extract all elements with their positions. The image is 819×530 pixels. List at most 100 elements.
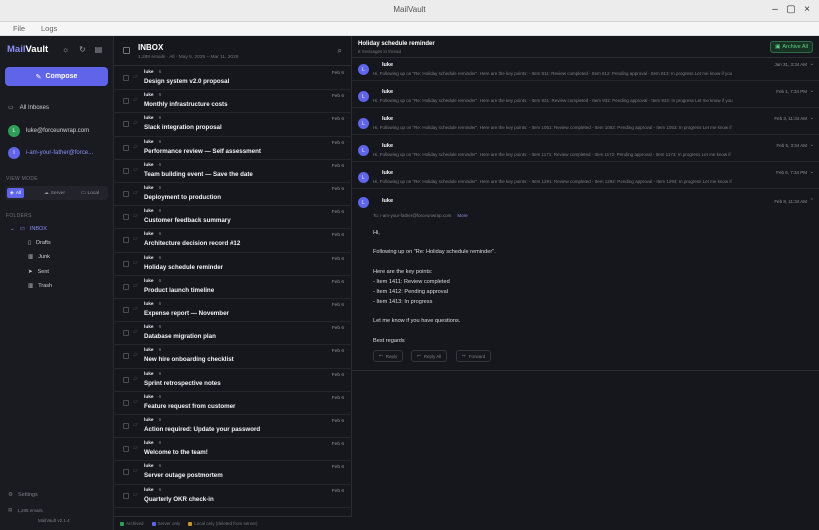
table-row[interactable]: ▱ luke 6 Architecture decision record #12 Fe…	[114, 229, 352, 253]
row-checkbox[interactable]	[123, 307, 129, 313]
minimize-button[interactable]: –	[768, 3, 782, 17]
table-row[interactable]: ▱ luke 6 Server outage postmortem Feb 6	[114, 461, 352, 485]
folder-drafts[interactable]: ▯ Drafts	[28, 240, 51, 246]
row-checkbox[interactable]	[123, 446, 129, 453]
row-date: Feb 6	[331, 395, 344, 401]
chevron-down-icon[interactable]: ⌄	[810, 142, 814, 148]
table-row[interactable]: ▱ luke 6 Action required: Update your passw…	[114, 415, 352, 439]
forward-button[interactable]: ↪ Forward	[456, 350, 492, 362]
row-checkbox[interactable]	[123, 469, 129, 476]
thread-message[interactable]: Lluke Jan 31, 3:34 AM ⌄ Hi, Following up on…	[352, 58, 819, 81]
message-date: Feb 5, 3:34 AM	[776, 143, 807, 148]
folder-junk[interactable]: ▥ Junk	[28, 254, 50, 260]
thread-message[interactable]: Lluke Feb 3, 11:34 AM ⌄ Hi, Following up on…	[352, 112, 819, 135]
menu-file[interactable]: File	[13, 24, 25, 33]
row-checkbox[interactable]	[123, 492, 129, 499]
row-checkbox[interactable]	[123, 121, 129, 128]
compose-label: Compose	[45, 73, 78, 80]
search-icon[interactable]: ⌕	[338, 46, 342, 56]
table-row[interactable]: ▱ luke 6 New hire onboarding checklist Feb 6	[114, 345, 352, 369]
select-all-checkbox[interactable]	[123, 47, 130, 54]
row-subject: Quarterly OKR check-in	[144, 495, 214, 503]
table-row[interactable]: ▱ luke 6 Slack integration proposal Feb 6	[114, 113, 352, 137]
chevron-down-icon[interactable]: ⌄	[810, 115, 814, 121]
menu-logs[interactable]: Logs	[41, 24, 57, 33]
table-row[interactable]: ▱ luke 6 Expense report — November Feb 6	[114, 299, 352, 323]
all-inboxes[interactable]: ▭ All Inboxes	[8, 104, 49, 112]
row-checkbox[interactable]	[123, 191, 129, 197]
row-checkbox[interactable]	[123, 214, 129, 221]
folder-trash[interactable]: ▥ Trash	[28, 283, 52, 289]
row-checkbox[interactable]	[123, 399, 129, 406]
row-sender: luke 6	[144, 232, 161, 237]
table-row[interactable]: ▱ luke 6 Customer feedback summary Feb 6	[114, 206, 352, 230]
table-row[interactable]: ▱ luke 6 Design system v2.0 proposal Feb 6	[114, 67, 352, 91]
table-row[interactable]: ▱ luke 6 Database migration plan Feb 6	[114, 322, 352, 346]
row-date: Feb 6	[331, 256, 344, 262]
table-row[interactable]: ▱ luke 6 Sprint retrospective notes Feb 6	[114, 369, 352, 392]
chevron-down-icon[interactable]: ⌄	[810, 88, 814, 94]
sender-name: luke	[144, 278, 154, 284]
table-row[interactable]: ▱ luke 6 Product launch timeline Feb 6	[114, 276, 352, 299]
account-luke[interactable]: L luke@forceunwrap.com	[8, 125, 89, 137]
chevron-down-icon[interactable]: ⌄	[810, 169, 814, 175]
more-link[interactable]: More	[457, 213, 467, 218]
table-row[interactable]: ▱ luke 6 Feature request from customer Feb 6	[114, 392, 352, 415]
row-checkbox[interactable]	[123, 376, 129, 383]
thread-count: 6	[158, 209, 162, 215]
view-mode-all[interactable]: ◈ All	[7, 188, 25, 198]
row-checkbox[interactable]	[123, 167, 129, 174]
sender-name: luke	[144, 139, 154, 145]
archive-all-button[interactable]: ▣ Archive All	[770, 41, 813, 53]
reply-button[interactable]: ↩ Reply	[373, 350, 404, 362]
table-row[interactable]: ▱ luke 6 Deployment to production Feb 6	[114, 183, 352, 207]
account-father[interactable]: I i-am-your-father@force...	[8, 147, 93, 159]
view-mode-local[interactable]: ▭ Local	[78, 188, 102, 198]
row-checkbox[interactable]	[123, 75, 129, 81]
table-row[interactable]: ▱ luke 6 Welcome to the team! Feb 6	[114, 438, 352, 462]
view-mode-server[interactable]: ☁ Server	[41, 188, 68, 198]
chevron-down-icon[interactable]: ⌄	[810, 61, 814, 67]
maximize-button[interactable]: ▢	[784, 3, 798, 17]
layout-icon[interactable]: ▤	[93, 44, 104, 55]
row-checkbox[interactable]	[123, 283, 129, 290]
settings-link[interactable]: ⚙ Settings	[8, 492, 38, 498]
table-row[interactable]: ▱ luke 6 Monthly infrastructure costs Feb 6	[114, 90, 352, 114]
theme-sun-icon[interactable]: ☼	[60, 44, 71, 55]
table-row[interactable]: ▱ luke 6 Quarterly OKR check-in Feb 6	[114, 485, 352, 508]
row-checkbox[interactable]	[123, 330, 129, 337]
row-checkbox[interactable]	[123, 353, 129, 360]
sender-name: luke	[144, 302, 154, 307]
folder-inbox[interactable]: ⌄ ▭ INBOX	[10, 226, 47, 232]
row-date: Feb 6	[331, 419, 344, 424]
row-checkbox[interactable]	[123, 237, 129, 244]
thread-message[interactable]: Lluke Feb 1, 7:34 PM ⌄ Hi, Following up on …	[352, 85, 819, 108]
compose-button[interactable]: ✎ Compose	[5, 67, 108, 86]
body-keypoints: Here are the key points:	[373, 269, 433, 275]
sender-name: luke	[144, 116, 154, 122]
folder-sent[interactable]: ➤ Sent	[28, 269, 49, 275]
thread-message[interactable]: Lluke Feb 5, 3:34 AM ⌄ Hi, Following up on …	[352, 139, 819, 162]
chevron-up-icon[interactable]: ⌃	[810, 198, 814, 204]
row-checkbox[interactable]	[123, 260, 129, 267]
avatar: L	[358, 197, 369, 208]
row-checkbox[interactable]	[123, 423, 129, 429]
window-title: MailVault	[393, 5, 426, 14]
table-row[interactable]: ▱ luke 6 Performance review — Self assessme…	[114, 137, 352, 160]
thread-message[interactable]: Lluke Feb 6, 7:34 PM ⌄ Hi, Following up on …	[352, 166, 819, 189]
thread-count: 6	[158, 394, 162, 400]
sender-name: luke	[144, 325, 154, 331]
row-checkbox[interactable]	[123, 98, 129, 105]
layers-icon: ◈	[10, 190, 14, 196]
thread-count: 6	[158, 255, 162, 261]
reply-all-button[interactable]: ↩ Reply All	[411, 350, 448, 362]
row-date: Feb 6	[331, 303, 344, 308]
table-row[interactable]: ▱ luke 6 Team building event — Save the dat…	[114, 160, 352, 183]
close-button[interactable]: ×	[800, 3, 814, 17]
row-checkbox[interactable]	[123, 144, 129, 151]
legend-server: Server only	[151, 521, 180, 526]
refresh-icon[interactable]: ↻	[77, 44, 88, 55]
gear-icon: ⚙	[8, 492, 13, 498]
table-row[interactable]: ▱ luke 6 Holiday schedule reminder Feb 6	[114, 253, 352, 276]
sender-name: luke	[144, 93, 154, 99]
